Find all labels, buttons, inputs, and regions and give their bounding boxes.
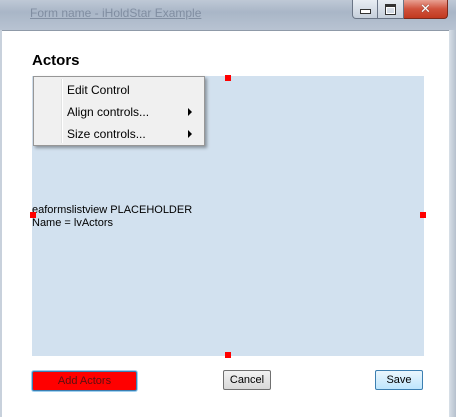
cancel-button[interactable]: Cancel [223,370,271,390]
close-button[interactable]: ✕ [404,0,448,19]
submenu-arrow-icon [188,130,192,138]
minimize-button[interactable] [352,0,378,19]
resize-handle-bottom[interactable] [225,352,231,358]
placeholder-name-label: Name = lvActors [32,217,113,229]
maximize-button[interactable] [378,0,404,19]
title-bar[interactable]: Form name - iHoldStar Example ✕ [0,0,456,31]
menu-item-align-controls[interactable]: Align controls... [36,101,202,123]
menu-item-label: Edit Control [67,83,130,97]
dialog-window: Form name - iHoldStar Example ✕ Actors e… [0,0,456,417]
maximize-icon [385,3,396,15]
placeholder-type-label: eaformslistview PLACEHOLDER [32,204,193,216]
resize-handle-right[interactable] [420,212,426,218]
window-controls: ✕ [352,0,448,20]
menu-item-edit-control[interactable]: Edit Control [36,79,202,101]
dialog-title: Actors [32,52,80,69]
menu-item-label: Align controls... [67,105,150,119]
add-actors-button[interactable]: Add Actors [32,371,137,391]
placeholder-text: eaformslistview PLACEHOLDER Name = lvAct… [32,204,192,230]
menu-item-label: Size controls... [67,127,146,141]
menu-item-size-controls[interactable]: Size controls... [36,123,202,145]
context-menu: Edit Control Align controls... Size cont… [33,76,205,146]
resize-handle-left[interactable] [30,212,36,218]
submenu-arrow-icon [188,108,192,116]
resize-handle-top[interactable] [225,75,231,81]
save-button[interactable]: Save [375,370,423,390]
window-frame-right [449,30,456,417]
window-title: Form name - iHoldStar Example [30,6,202,20]
window-frame-left [0,30,2,417]
minimize-icon [359,9,371,14]
close-icon: ✕ [420,1,431,17]
